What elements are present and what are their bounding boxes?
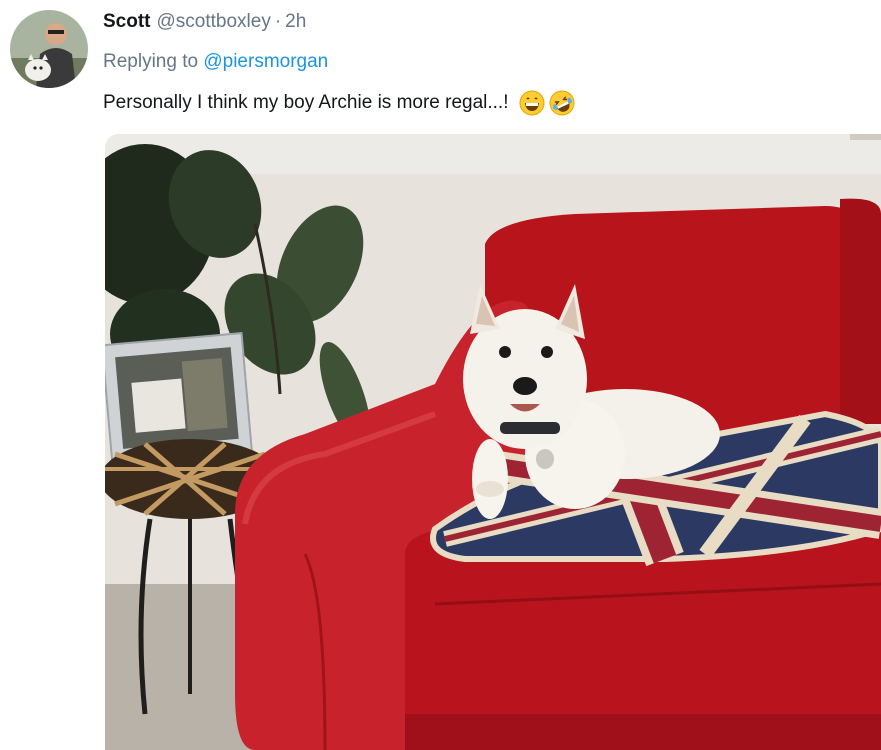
tweet-body: Personally I think my boy Archie is more… — [103, 92, 509, 113]
avatar-photo — [10, 10, 88, 88]
timestamp[interactable]: 2h — [285, 11, 306, 32]
separator-dot: · — [274, 11, 282, 32]
author-handle[interactable]: @scottboxley — [157, 11, 271, 32]
replying-to: Replying to @piersmorgan — [103, 50, 328, 74]
dog-on-sofa-photo — [105, 134, 881, 750]
grinning-face-icon — [519, 90, 545, 116]
tweet-text: Personally I think my boy Archie is more… — [103, 90, 575, 116]
mention-link[interactable]: @piersmorgan — [203, 51, 328, 72]
avatar[interactable] — [10, 10, 88, 88]
tweet-photo[interactable] — [105, 134, 881, 750]
replying-to-label: Replying to — [103, 51, 199, 72]
tweet-card: Scott @scottboxley · 2h Replying to @piersm… — [0, 0, 881, 750]
rolling-on-floor-laughing-icon — [549, 90, 575, 116]
author-name[interactable]: Scott — [103, 11, 151, 32]
tweet-header: Scott @scottboxley · 2h — [103, 10, 306, 34]
